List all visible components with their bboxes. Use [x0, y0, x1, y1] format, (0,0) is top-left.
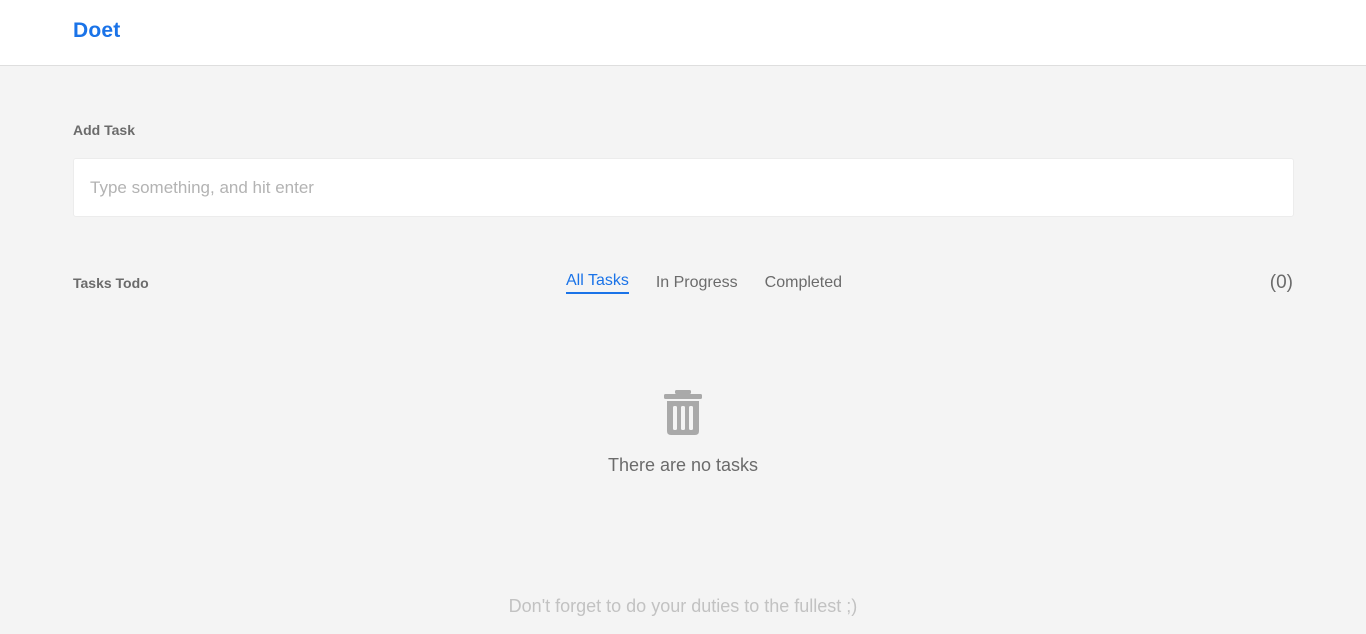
brand-logo[interactable]: Doet	[73, 19, 120, 43]
add-task-input[interactable]	[73, 158, 1294, 217]
add-task-label: Add Task	[73, 122, 135, 138]
task-count: (0)	[1269, 272, 1293, 293]
tab-all-tasks[interactable]: All Tasks	[566, 272, 629, 294]
tasks-todo-label: Tasks Todo	[73, 275, 149, 291]
trash-icon	[664, 390, 702, 435]
empty-state-message: There are no tasks	[607, 455, 759, 475]
top-header: Doet	[0, 0, 1366, 66]
task-filter-tabs: All Tasks In Progress Completed	[566, 272, 842, 294]
footer-message: Don't forget to do your duties to the fu…	[508, 596, 858, 616]
tab-in-progress[interactable]: In Progress	[656, 274, 738, 294]
tab-completed[interactable]: Completed	[765, 274, 842, 294]
